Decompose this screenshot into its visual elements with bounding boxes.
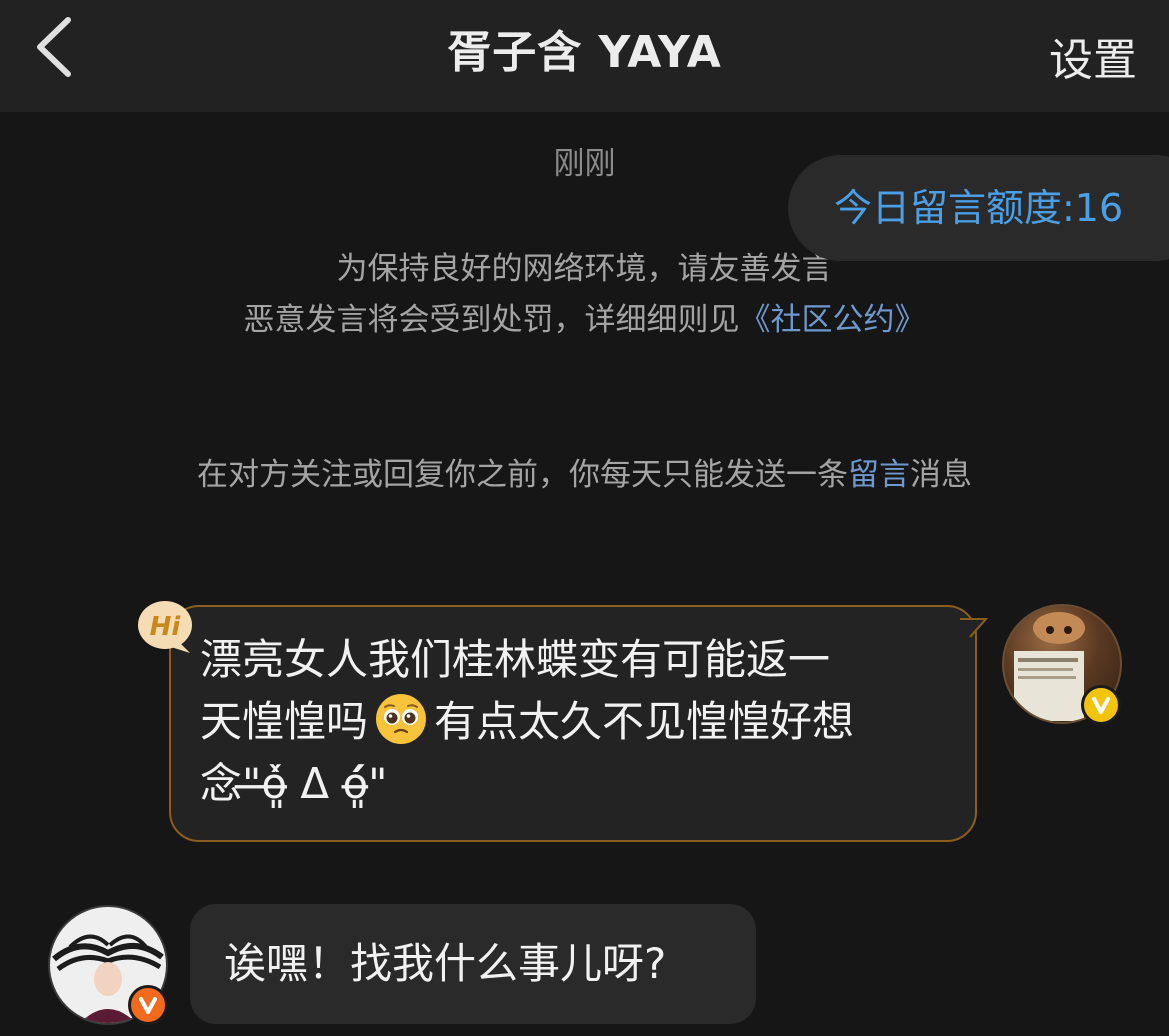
page-title: 胥子含 YAYA	[447, 27, 722, 78]
notice-text: 消息	[910, 457, 972, 493]
v-icon	[139, 997, 157, 1014]
message-policy-link[interactable]: 留言	[848, 457, 910, 493]
hi-greeting-icon: Hi	[138, 601, 192, 653]
verified-badge-icon	[1081, 685, 1121, 725]
message-text: 天惶惶吗	[200, 697, 369, 746]
notice-line: 恶意发言将会受到处罚，详细细则见《社区公约》	[0, 294, 1169, 339]
notice-text: 在对方关注或回复你之前，你每天只能发送一条	[197, 457, 848, 493]
notice-text: 恶意发言将会受到处罚，详细细则见	[243, 302, 740, 338]
outgoing-message-bubble[interactable]: 漂亮女人我们桂林蝶变有可能返一 天惶惶吗 有点太久不见惶惶好想 念"̶ó̶͈̀ …	[169, 605, 977, 842]
message-text: 诶嘿！找我什么事儿呀?	[224, 939, 667, 988]
message-text-line: 天惶惶吗 有点太久不见惶惶好想	[200, 691, 945, 753]
notice-line: 在对方关注或回复你之前，你每天只能发送一条留言消息	[0, 449, 1169, 494]
verified-badge-icon	[128, 985, 168, 1025]
incoming-message-bubble[interactable]: 诶嘿！找我什么事儿呀?	[190, 904, 756, 1024]
hi-badge-label: Hi	[150, 612, 182, 642]
message-text: 有点太久不见惶惶好想	[434, 697, 855, 746]
message-text-line: 念"̶ó̶͈̀ ᐃ ó̶͈́"	[200, 759, 388, 808]
pleading-face-emoji-icon	[376, 694, 427, 744]
message-quota-badge: 今日留言额度:16	[788, 155, 1169, 261]
message-text-line: 漂亮女人我们桂林蝶变有可能返一	[200, 635, 831, 684]
v-icon	[1092, 697, 1110, 714]
nav-header: 胥子含 YAYA 设置	[0, 0, 1169, 112]
bubble-tail-icon	[958, 618, 988, 639]
community-rules-link[interactable]: 《社区公约》	[740, 302, 926, 338]
settings-button[interactable]: 设置	[1049, 24, 1137, 88]
